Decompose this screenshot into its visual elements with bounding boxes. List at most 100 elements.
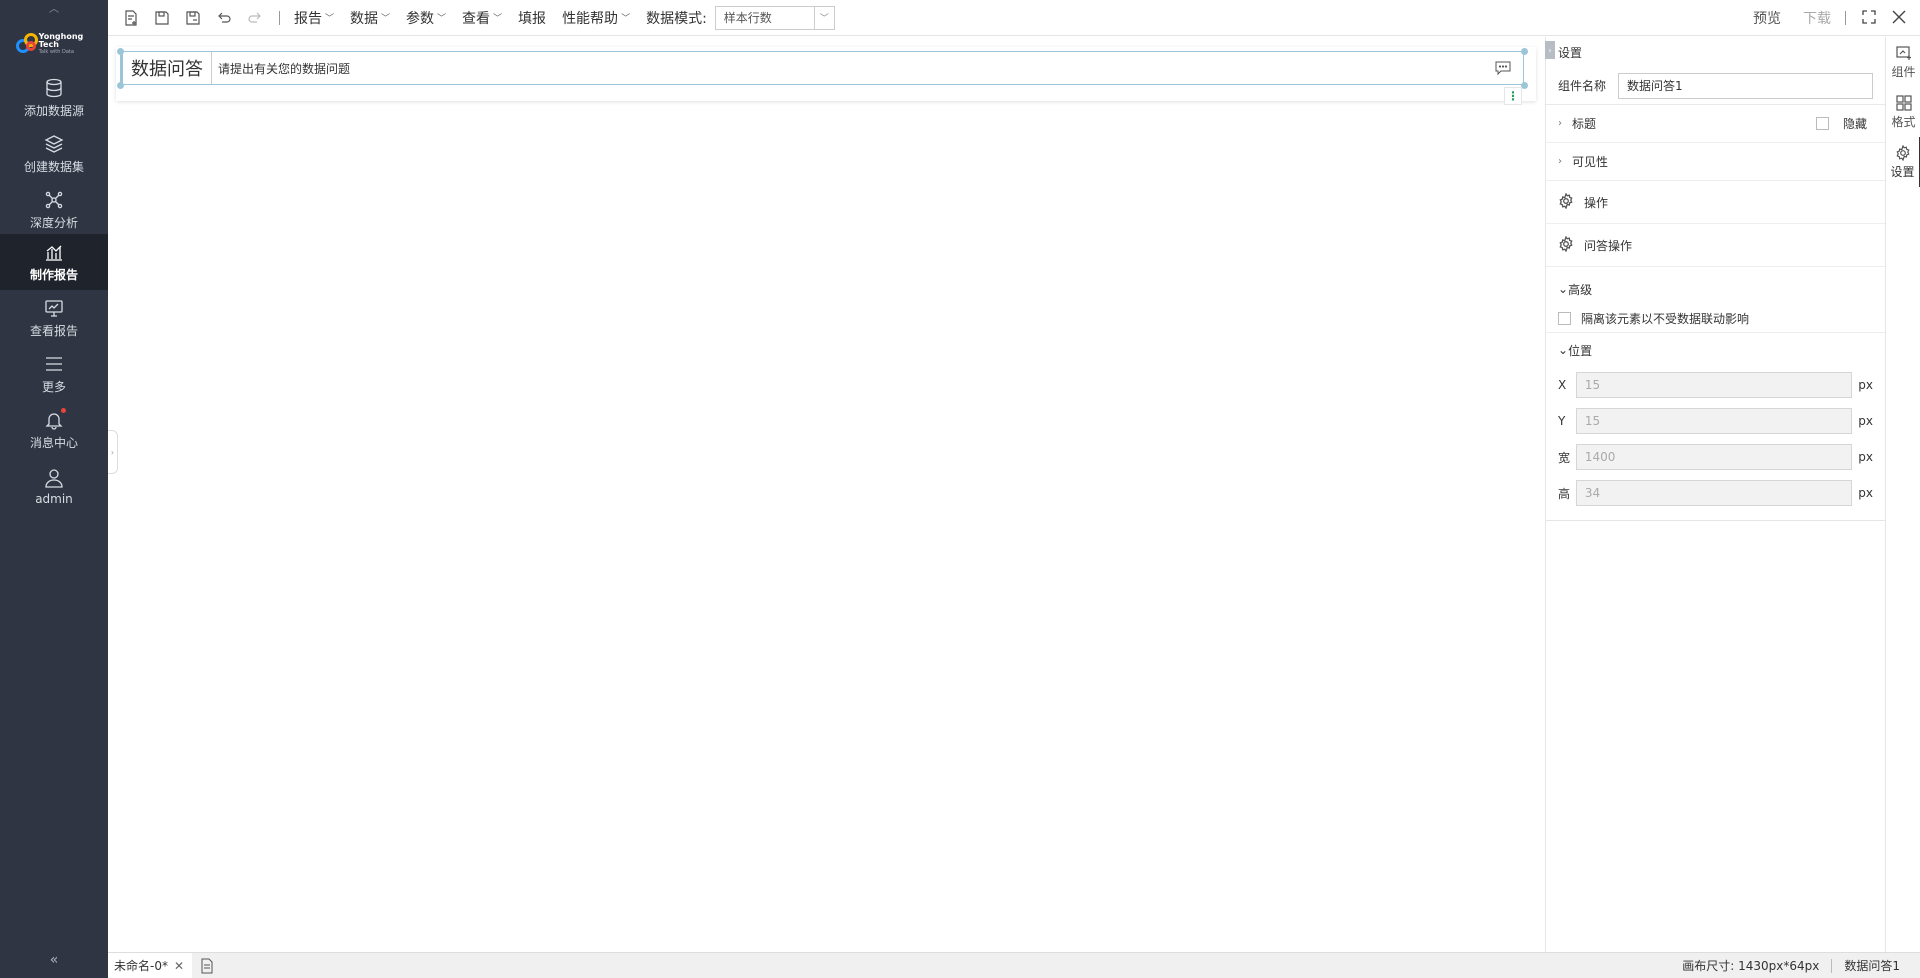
qa-operation-label: 问答操作 <box>1584 238 1633 253</box>
toolbar-right: 预览 下载 <box>1731 0 1906 36</box>
download-button[interactable]: 下载 <box>1803 8 1831 28</box>
gear-icon <box>1558 192 1584 212</box>
resize-handle[interactable] <box>1521 82 1528 89</box>
toolbar-divider <box>279 10 280 25</box>
unit-label: px <box>1858 414 1873 428</box>
settings-panel: › 设置 组件名称 数据问答1 › 标题 隐藏 › 可见性 操作 问答操作 ⌄ … <box>1545 37 1885 952</box>
menu-data[interactable]: 数据 ﹀ <box>350 8 390 28</box>
tab-format[interactable]: 格式 <box>1886 87 1920 137</box>
collapse-panel-icon[interactable]: › <box>1545 41 1555 59</box>
layers-icon <box>42 133 66 155</box>
menu-label: 数据 <box>350 10 379 27</box>
data-qa-component[interactable]: 数据问答 请提出有关您的数据问题 <box>120 51 1524 85</box>
divider <box>1831 958 1833 973</box>
position-section[interactable]: ⌄ 位置 <box>1546 333 1885 367</box>
chevron-down-icon: ﹀ <box>325 14 335 24</box>
unit-label: px <box>1858 378 1873 392</box>
qa-question-input[interactable]: 请提出有关您的数据问题 <box>212 60 1495 77</box>
menu-performance-help[interactable]: 性能帮助 ﹀ <box>562 8 630 28</box>
report-canvas[interactable]: 数据问答 请提出有关您的数据问题 ⋮ <box>108 37 1545 952</box>
nav-label: 深度分析 <box>29 216 78 230</box>
tab-label: 组件 <box>1891 64 1916 79</box>
chevron-down-icon: ﹀ <box>493 14 503 24</box>
menu-params[interactable]: 参数 ﹀ <box>406 8 446 28</box>
data-mode-label: 数据模式: <box>646 10 707 27</box>
more-options-icon[interactable]: ⋮ <box>1504 87 1522 105</box>
operation-label: 操作 <box>1584 195 1609 210</box>
hide-title-checkbox[interactable] <box>1815 117 1829 130</box>
chart-icon <box>42 241 66 263</box>
nav-label: 更多 <box>41 380 66 394</box>
report-tab[interactable]: 未命名-0* ✕ <box>108 952 193 978</box>
nav-view-report[interactable]: 查看报告 <box>0 290 108 346</box>
nav-message-center[interactable]: 消息中心 <box>0 402 108 458</box>
fullscreen-icon[interactable] <box>1862 9 1876 28</box>
tab-settings[interactable]: 设置 <box>1886 137 1920 187</box>
height-input: 34 <box>1575 480 1853 506</box>
chevron-right-icon: › <box>1558 118 1562 129</box>
close-tab-icon[interactable]: ✕ <box>174 959 184 973</box>
monitor-chart-icon <box>42 297 66 319</box>
menu-label: 性能帮助 <box>562 10 619 27</box>
visibility-section[interactable]: › 可见性 <box>1546 143 1885 181</box>
nav-more[interactable]: 更多 <box>0 346 108 402</box>
undo-icon[interactable] <box>215 9 233 27</box>
panel-title: 设置 <box>1558 45 1583 60</box>
nav-label: 添加数据源 <box>23 104 84 118</box>
divider <box>1546 511 1885 521</box>
save-as-icon[interactable] <box>184 9 202 27</box>
new-report-icon[interactable] <box>122 9 140 27</box>
chevron-right-icon: › <box>1558 156 1562 167</box>
section-label: 位置 <box>1568 343 1593 358</box>
nav-label: 查看报告 <box>29 324 78 338</box>
nav-label: admin <box>35 491 73 506</box>
qa-operation-row[interactable]: 问答操作 <box>1546 224 1885 267</box>
menu-report[interactable]: 报告 ﹀ <box>294 8 334 28</box>
document-icon[interactable] <box>200 958 216 974</box>
chevron-up-icon[interactable]: ︿ <box>0 0 108 15</box>
nav-create-dataset[interactable]: 创建数据集 <box>0 126 108 182</box>
expand-panel-handle[interactable]: › <box>108 430 118 474</box>
chevron-down-icon: ﹀ <box>437 14 447 24</box>
close-icon[interactable] <box>1892 9 1906 28</box>
nav-deep-analysis[interactable]: 深度分析 <box>0 182 108 238</box>
network-icon <box>42 189 66 211</box>
chat-bubble-icon[interactable] <box>1495 61 1511 76</box>
position-x-row: X 15 px <box>1546 367 1885 403</box>
width-input: 1400 <box>1575 444 1853 470</box>
menu-label: 报告 <box>294 10 322 27</box>
menu-fill[interactable]: 填报 <box>518 8 546 28</box>
vertical-tabs: 组件 格式 设置 <box>1885 37 1920 952</box>
gear-icon <box>1558 235 1584 255</box>
position-y-input: 15 <box>1575 408 1853 434</box>
operation-row[interactable]: 操作 <box>1546 181 1885 224</box>
tab-components[interactable]: 组件 <box>1886 37 1920 87</box>
redo-icon[interactable] <box>246 9 264 27</box>
isolate-checkbox[interactable] <box>1558 312 1571 325</box>
isolate-label: 隔离该元素以不受数据联动影响 <box>1581 312 1750 326</box>
chevron-down-icon: ⌄ <box>1558 343 1569 357</box>
nav-make-report[interactable]: 制作报告 <box>0 234 108 290</box>
menu-label: 填报 <box>518 10 547 27</box>
data-mode-select[interactable]: 样本行数 ﹀ <box>714 5 835 30</box>
settings-gear-icon <box>1895 144 1910 161</box>
nav-user-admin[interactable]: admin <box>0 458 108 514</box>
section-label: 标题 <box>1572 117 1597 131</box>
save-icon[interactable] <box>153 9 171 27</box>
resize-handle[interactable] <box>117 48 124 55</box>
status-right: 画布尺寸: 1430px*64px 数据问答1 <box>1682 957 1900 974</box>
chevron-down-icon[interactable]: ﹀ <box>813 6 834 29</box>
preview-button[interactable]: 预览 <box>1753 8 1781 28</box>
component-name-input[interactable]: 数据问答1 <box>1618 72 1873 99</box>
nav-add-datasource[interactable]: 添加数据源 <box>0 70 108 126</box>
menu-icon <box>42 353 66 375</box>
resize-handle[interactable] <box>1521 48 1528 55</box>
resize-handle[interactable] <box>117 82 124 89</box>
advanced-section[interactable]: ⌄ 高级 <box>1546 267 1885 311</box>
database-icon <box>42 77 66 99</box>
chevron-down-icon: ﹀ <box>621 14 631 24</box>
menu-view[interactable]: 查看 ﹀ <box>462 8 502 28</box>
logo: Yonghong Tech Talk with Data <box>16 28 96 60</box>
title-section[interactable]: › 标题 隐藏 <box>1546 105 1885 143</box>
collapse-sidebar-icon[interactable]: « <box>0 952 108 968</box>
